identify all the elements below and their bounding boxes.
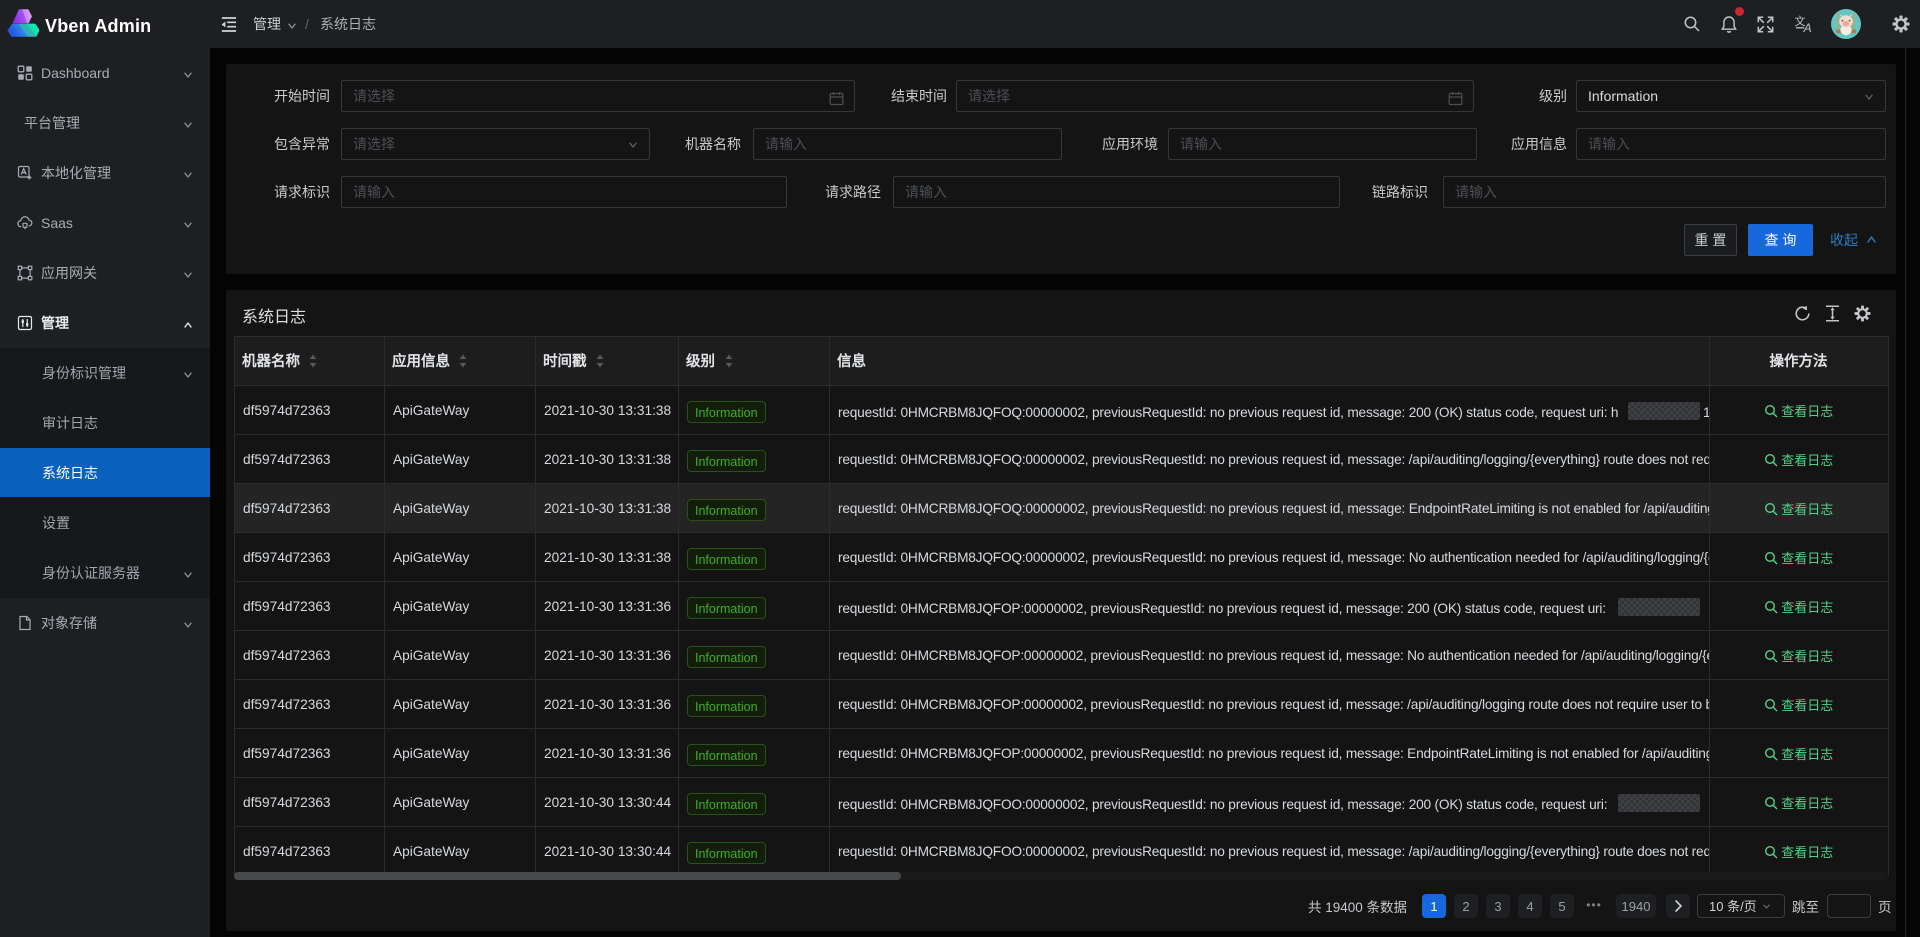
svg-text:A: A	[1803, 21, 1812, 33]
